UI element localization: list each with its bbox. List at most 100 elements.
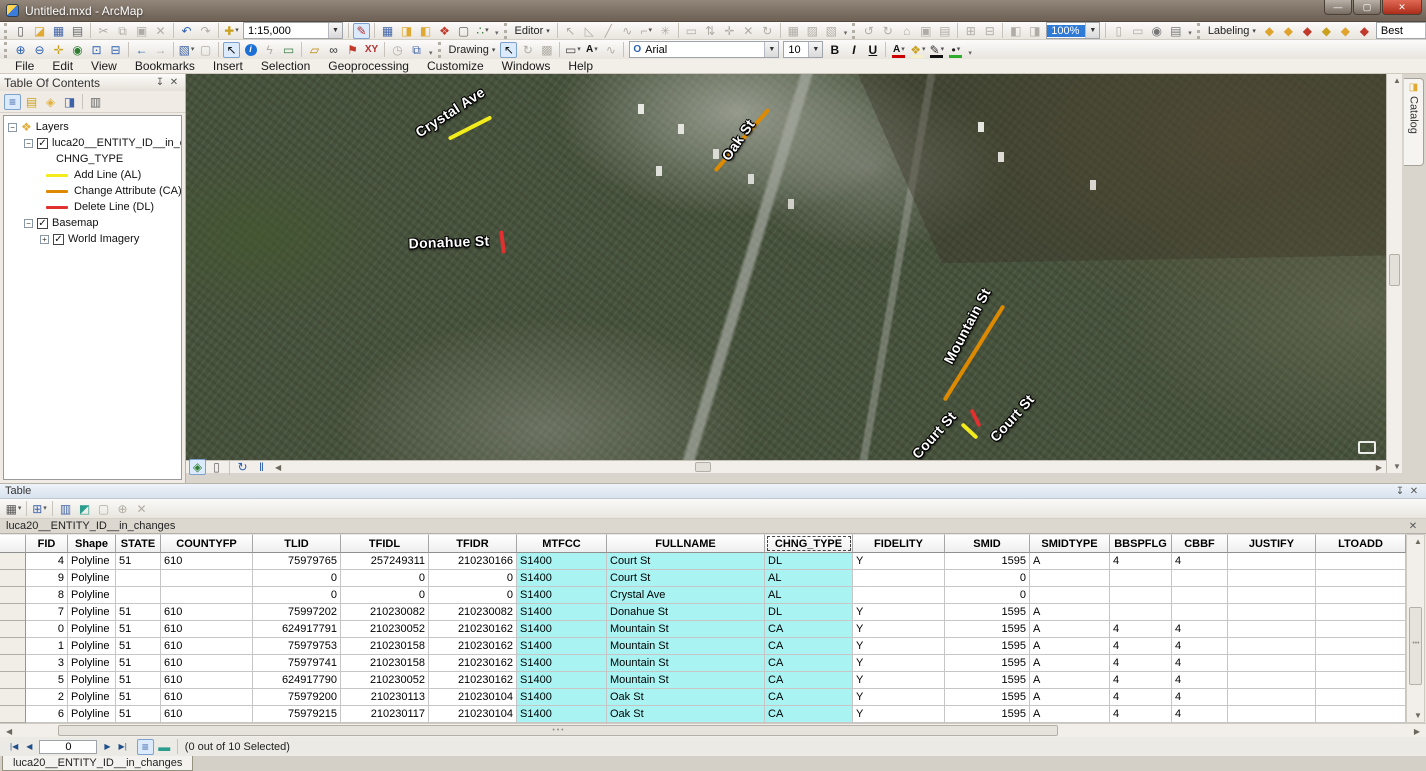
first-record-button[interactable]: |◀	[6, 742, 22, 751]
map-topology-icon[interactable]: ↺	[860, 23, 877, 39]
cell-fullname[interactable]: Oak St	[607, 689, 765, 706]
select-by-attributes-icon[interactable]: ▥	[57, 501, 74, 517]
cell-bbspflg[interactable]: 4	[1110, 638, 1172, 655]
map-scale-combo[interactable]: 1:15,000▼	[243, 22, 343, 39]
toc-pin-icon[interactable]: ↧	[153, 77, 167, 88]
error-inspector-icon[interactable]: ▤	[936, 23, 953, 39]
row-selector[interactable]	[0, 621, 26, 638]
cell-bbspflg[interactable]: 4	[1110, 655, 1172, 672]
cell-fullname[interactable]: Mountain St	[607, 655, 765, 672]
modify-edge-icon[interactable]: ⌂	[898, 23, 915, 39]
cell-tlid[interactable]: 75979200	[253, 689, 341, 706]
snapping-icon[interactable]: ✳	[657, 23, 674, 39]
cell-cbbf[interactable]: 4	[1172, 553, 1228, 570]
cell-chng_type[interactable]: AL	[765, 570, 853, 587]
cell-bbspflg[interactable]	[1110, 604, 1172, 621]
toolbar-overflow-icon[interactable]: ▾	[844, 29, 848, 39]
menu-item-help[interactable]: Help	[559, 59, 602, 74]
cell-fullname[interactable]: Crystal Ave	[607, 587, 765, 604]
copy-icon[interactable]: ⧉	[114, 23, 131, 39]
fixed-zoom-in-icon[interactable]: ⊡	[88, 42, 105, 58]
undo-icon[interactable]: ↶	[178, 23, 195, 39]
map-hscroll-left-arrow[interactable]: ◀	[271, 463, 285, 472]
related-tables-icon[interactable]: ⊞▾	[31, 501, 48, 517]
cell-bbspflg[interactable]: 4	[1110, 672, 1172, 689]
record-number-input[interactable]	[39, 740, 97, 754]
cell-state[interactable]	[116, 587, 161, 604]
cell-justify[interactable]	[1228, 570, 1316, 587]
table-vscroll-up-arrow[interactable]: ▲	[1410, 537, 1426, 546]
list-by-selection-icon[interactable]: ◨	[61, 94, 78, 110]
create-features-icon[interactable]: ▧	[823, 23, 840, 39]
cell-fid[interactable]: 2	[26, 689, 68, 706]
toolbar-overflow-icon[interactable]: ▾	[1188, 29, 1192, 39]
cut-icon[interactable]: ✂	[95, 23, 112, 39]
cell-smidtype[interactable]: A	[1030, 553, 1110, 570]
cell-smidtype[interactable]: A	[1030, 672, 1110, 689]
column-header-shape[interactable]: Shape	[68, 534, 116, 553]
toc-close-icon[interactable]: ✕	[167, 77, 181, 88]
cell-ltoadd[interactable]	[1316, 689, 1406, 706]
cell-smidtype[interactable]: A	[1030, 621, 1110, 638]
cell-tfidl[interactable]: 210230052	[341, 621, 429, 638]
cell-smid[interactable]: 0	[945, 587, 1030, 604]
cell-countyfp[interactable]: 610	[161, 655, 253, 672]
table-row[interactable]: 2Polyline5161075979200210230113210230104…	[0, 689, 1406, 706]
cell-smid[interactable]: 1595	[945, 553, 1030, 570]
cell-ltoadd[interactable]	[1316, 672, 1406, 689]
map-vscroll-thumb[interactable]	[1389, 254, 1400, 286]
cell-fullname[interactable]: Court St	[607, 570, 765, 587]
select-elements-icon[interactable]: ↖	[223, 42, 240, 58]
table-hscroll-left-arrow[interactable]: ◀	[2, 727, 16, 736]
column-header-tfidl[interactable]: TFIDL	[341, 534, 429, 553]
cell-smidtype[interactable]: A	[1030, 638, 1110, 655]
column-header-bbspflg[interactable]: BBSPFLG	[1110, 534, 1172, 553]
zoom-to-selected-icon[interactable]: ⊕	[114, 501, 131, 517]
cell-tfidr[interactable]: 210230104	[429, 706, 517, 723]
cell-fid[interactable]: 9	[26, 570, 68, 587]
table-row[interactable]: 6Polyline5161075979215210230117210230104…	[0, 706, 1406, 723]
row-selector[interactable]	[0, 655, 26, 672]
zoom-percent-combo[interactable]: 100%▼	[1046, 22, 1100, 39]
column-header-smidtype[interactable]: SMIDTYPE	[1030, 534, 1110, 553]
cell-cbbf[interactable]	[1172, 604, 1228, 621]
cell-ltoadd[interactable]	[1316, 655, 1406, 672]
cell-tfidr[interactable]: 210230166	[429, 553, 517, 570]
edit-vertices-icon[interactable]: ▭	[683, 23, 700, 39]
label-engine-combo[interactable]: Best▼	[1376, 22, 1426, 39]
cell-countyfp[interactable]: 610	[161, 638, 253, 655]
identify-icon[interactable]: i	[242, 42, 259, 58]
view-unplaced-labels-icon[interactable]: ◆	[1356, 23, 1373, 39]
cell-justify[interactable]	[1228, 587, 1316, 604]
map-vscroll-up-arrow[interactable]: ▲	[1389, 76, 1405, 85]
cell-ltoadd[interactable]	[1316, 638, 1406, 655]
move-tool-icon[interactable]: ⇅	[702, 23, 719, 39]
column-header-chng_type[interactable]: CHNG_TYPE	[765, 534, 853, 553]
cell-smidtype[interactable]: A	[1030, 706, 1110, 723]
table-row[interactable]: 8Polyline000S1400Crystal AveAL0	[0, 587, 1406, 604]
cell-tlid[interactable]: 75979741	[253, 655, 341, 672]
cell-smidtype[interactable]: A	[1030, 604, 1110, 621]
toolbar-overflow-icon[interactable]: ▾	[429, 49, 433, 59]
cell-tlid[interactable]: 624917791	[253, 621, 341, 638]
cell-ltoadd[interactable]	[1316, 621, 1406, 638]
next-record-button[interactable]: ▶	[100, 742, 114, 751]
cell-tfidr[interactable]: 0	[429, 570, 517, 587]
label-manager-icon[interactable]: ◆	[1261, 23, 1278, 39]
toc-options-icon[interactable]: ▥	[87, 94, 104, 110]
cell-ltoadd[interactable]	[1316, 706, 1406, 723]
map-vscroll-down-arrow[interactable]: ▼	[1389, 462, 1405, 471]
cell-countyfp[interactable]	[161, 570, 253, 587]
previous-record-button[interactable]: ◀	[22, 742, 36, 751]
print-icon[interactable]: ▤	[69, 23, 86, 39]
toolbar-overflow-icon[interactable]: ▾	[968, 49, 972, 59]
cell-shape[interactable]: Polyline	[68, 672, 116, 689]
cell-tlid[interactable]: 75979215	[253, 706, 341, 723]
attribute-grid[interactable]: FIDShapeSTATECOUNTYFPTLIDTFIDLTFIDRMTFCC…	[0, 534, 1406, 723]
cell-tfidl[interactable]: 210230117	[341, 706, 429, 723]
cell-mtfcc[interactable]: S1400	[517, 553, 607, 570]
straight-segment-icon[interactable]: ╱	[600, 23, 617, 39]
cell-fidelity[interactable]: Y	[853, 553, 945, 570]
cell-fid[interactable]: 1	[26, 638, 68, 655]
cell-state[interactable]: 51	[116, 706, 161, 723]
